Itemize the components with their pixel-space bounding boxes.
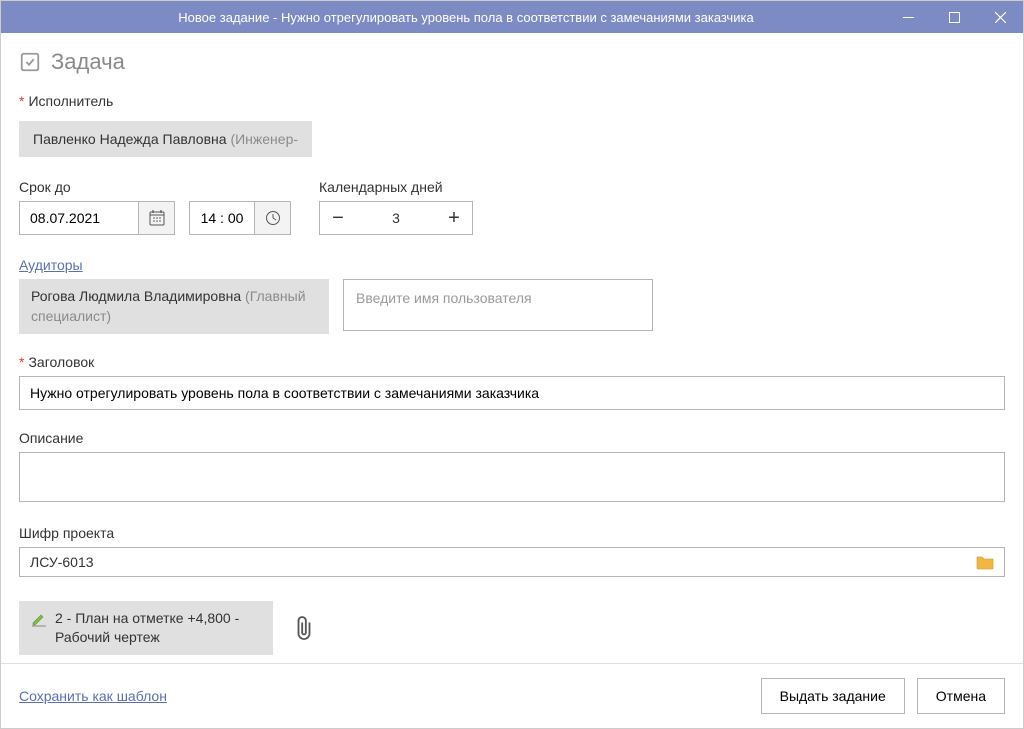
drawing-icon — [31, 611, 47, 627]
auditor-chip[interactable]: Рогова Людмила Владимировна (Главный спе… — [19, 279, 329, 334]
days-label: Календарных дней — [319, 179, 473, 195]
minimize-icon — [903, 12, 914, 23]
folder-icon[interactable] — [976, 554, 994, 570]
days-value[interactable]: 3 — [356, 202, 436, 234]
project-field: Шифр проекта ЛСУ-6013 — [19, 525, 1005, 577]
days-stepper: − 3 + — [319, 201, 473, 235]
deadline-label: Срок до — [19, 179, 291, 195]
days-decrement-button[interactable]: − — [320, 202, 356, 234]
required-marker: * — [19, 354, 24, 370]
clock-icon — [265, 210, 281, 226]
minimize-button[interactable] — [885, 1, 931, 33]
page-header: Задача — [19, 49, 1005, 75]
save-as-template-link[interactable]: Сохранить как шаблон — [19, 688, 167, 704]
description-label: Описание — [19, 430, 1005, 446]
close-button[interactable] — [977, 1, 1023, 33]
project-value[interactable]: ЛСУ-6013 — [30, 554, 976, 570]
clock-button[interactable] — [255, 201, 291, 235]
maximize-icon — [949, 12, 960, 23]
title-field: *Заголовок — [19, 354, 1005, 410]
days-field: Календарных дней − 3 + — [319, 179, 473, 235]
maximize-button[interactable] — [931, 1, 977, 33]
attachments-section: 2 - План на отметке +4,800 - Рабочий чер… — [19, 601, 1005, 655]
attachment-chip[interactable]: 2 - План на отметке +4,800 - Рабочий чер… — [19, 601, 273, 655]
assignee-label[interactable]: Исполнитель — [28, 93, 113, 109]
auditor-name: Рогова Людмила Владимировна — [31, 288, 241, 304]
calendar-icon — [149, 210, 165, 226]
description-input[interactable] — [19, 452, 1005, 502]
assignee-name: Павленко Надежда Павловна — [33, 131, 227, 147]
paperclip-icon[interactable] — [293, 615, 315, 641]
task-dialog-window: Новое задание - Нужно отрегулировать уро… — [0, 0, 1024, 729]
title-input[interactable] — [19, 376, 1005, 410]
title-label: Заголовок — [28, 354, 94, 370]
required-marker: * — [19, 93, 24, 109]
cancel-button[interactable]: Отмена — [917, 678, 1005, 714]
titlebar: Новое задание - Нужно отрегулировать уро… — [1, 1, 1023, 33]
calendar-button[interactable] — [139, 201, 175, 235]
assignee-field: *Исполнитель Павленко Надежда Павловна (… — [19, 93, 1005, 157]
description-field: Описание — [19, 430, 1005, 505]
dialog-footer: Сохранить как шаблон Выдать задание Отме… — [1, 663, 1023, 728]
close-icon — [995, 12, 1006, 23]
attachment-label: 2 - План на отметке +4,800 - Рабочий чер… — [55, 609, 261, 647]
deadline-field: Срок до — [19, 179, 291, 235]
days-increment-button[interactable]: + — [436, 202, 472, 234]
auditor-add-input[interactable]: Введите имя пользователя — [343, 279, 653, 331]
submit-button[interactable]: Выдать задание — [761, 678, 905, 714]
window-title: Новое задание - Нужно отрегулировать уро… — [47, 10, 885, 25]
auditors-label[interactable]: Аудиторы — [19, 257, 1005, 273]
page-title: Задача — [51, 49, 125, 75]
deadline-time-input[interactable] — [189, 201, 255, 235]
assignee-role: (Инженер- — [230, 131, 298, 147]
assignee-chip[interactable]: Павленко Надежда Павловна (Инженер- — [19, 121, 312, 157]
task-icon — [19, 51, 41, 73]
auditors-field: Аудиторы Рогова Людмила Владимировна (Гл… — [19, 257, 1005, 334]
deadline-date-input[interactable] — [19, 201, 139, 235]
project-label: Шифр проекта — [19, 525, 1005, 541]
